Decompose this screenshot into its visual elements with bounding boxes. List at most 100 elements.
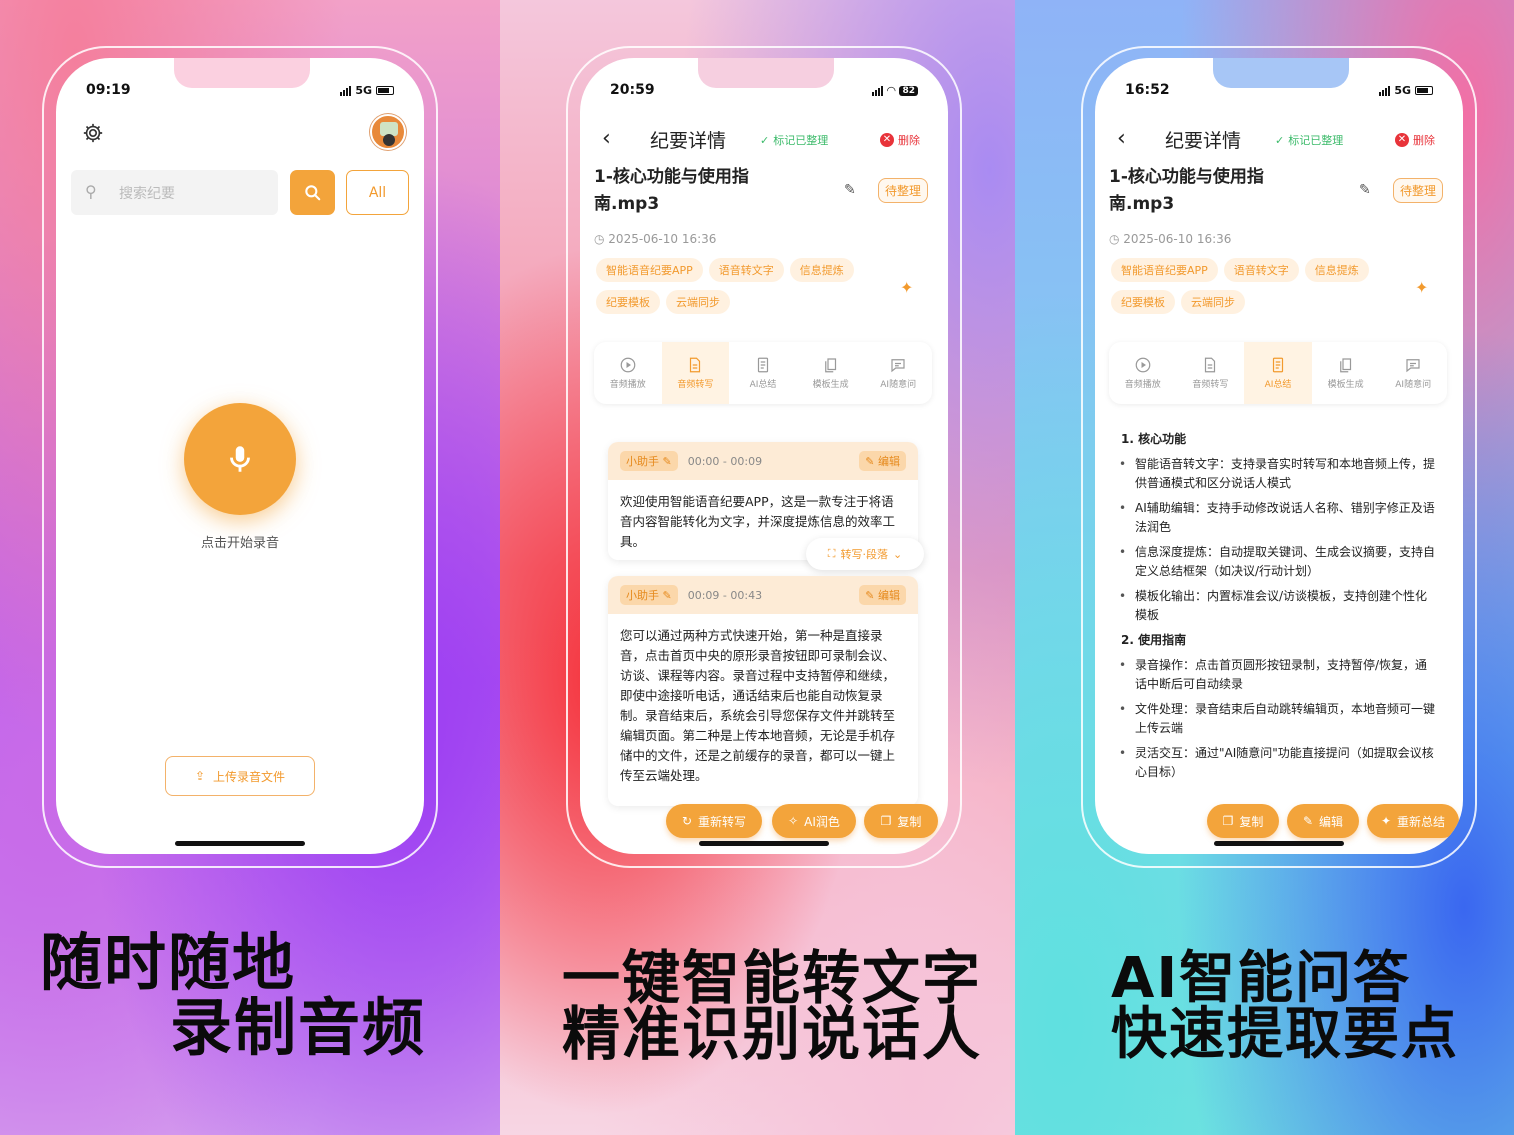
gear-icon[interactable] <box>82 122 104 144</box>
ai-polish-button[interactable]: ✧ AI润色 <box>772 804 856 838</box>
segment-edit-button[interactable]: ✎ 编辑 <box>859 451 906 471</box>
summary-content: 1. 核心功能 智能语音转文字：支持录音实时转写和本地音频上传，提供普通模式和区… <box>1109 426 1439 788</box>
chat-bubble-icon <box>1406 359 1420 373</box>
resummarize-button[interactable]: ✦ 重新总结 <box>1367 804 1459 838</box>
tag[interactable]: 智能语音纪要APP <box>596 258 703 282</box>
copy-icon: ❐ <box>1222 814 1234 828</box>
tab-audio-transcribe[interactable]: 音频转写 <box>1177 342 1245 404</box>
segment-edit-button[interactable]: ✎ 编辑 <box>859 585 906 605</box>
page-title: 纪要详情 <box>1165 130 1242 152</box>
chat-bubble-icon <box>891 359 905 373</box>
filter-all-button[interactable]: All <box>346 170 409 215</box>
mark-done-button[interactable]: ✓ 标记已整理 <box>760 132 828 148</box>
tag-list: 智能语音纪要APP 语音转文字 信息提炼纪要模板 云端同步 <box>596 258 886 322</box>
button-label: 编辑 <box>1319 814 1344 829</box>
edit-pencil-icon[interactable]: ✎ <box>844 182 856 198</box>
mark-done-button[interactable]: ✓ 标记已整理 <box>1275 132 1343 148</box>
button-label: 重新总结 <box>1397 814 1446 829</box>
search-input[interactable]: ⚲ 搜索纪要 <box>71 170 278 215</box>
wifi-icon: ◠ <box>887 84 896 97</box>
mark-done-label: 标记已整理 <box>773 134 829 147</box>
tab-label: 模板生成 <box>812 380 849 390</box>
battery-icon <box>376 86 394 95</box>
scan-icon: ⛶ <box>827 547 836 560</box>
tab-audio-play[interactable]: 音频播放 <box>1109 342 1177 404</box>
panel-transcribe: 20:59 ◠ 82 ‹ 纪要详情 ✓ 标记已整理 ✕ 删除 1-核心功能与使用指 南.… <box>500 0 1015 1135</box>
button-label: AI润色 <box>804 814 840 829</box>
detail-header: ‹ 纪要详情 ✓ 标记已整理 ✕ 删除 <box>1095 118 1463 158</box>
detail-header: ‹ 纪要详情 ✓ 标记已整理 ✕ 删除 <box>580 118 948 158</box>
signal-icon <box>1379 85 1391 96</box>
summary-item: 录音操作：点击首页圆形按钮录制，支持暂停/恢复，通话中断后可自动续录 <box>1109 656 1439 694</box>
play-circle-icon <box>620 357 636 373</box>
signal-icon <box>340 85 352 96</box>
doc-date: ◷ 2025-06-10 16:36 <box>1109 232 1231 246</box>
home-indicator <box>699 841 829 846</box>
caption-line2: 精准识别说话人 <box>562 1000 983 1068</box>
doc-title-line2: 南.mp3 <box>1109 194 1175 214</box>
tag[interactable]: 信息提炼 <box>789 258 854 282</box>
tag[interactable]: 智能语音纪要APP <box>1111 258 1218 282</box>
summary-item: 信息深度提炼：自动提取关键词、生成会议摘要，支持自定义总结框架（如决议/行动计划… <box>1109 543 1439 581</box>
battery-icon <box>1415 86 1433 95</box>
retranscribe-button[interactable]: ↻ 重新转写 <box>666 804 762 838</box>
sparkle-icon: ✦ <box>1380 814 1392 828</box>
tag[interactable]: 纪要模板 <box>596 290 660 314</box>
delete-button[interactable]: ✕ 删除 <box>1395 132 1435 148</box>
tab-audio-transcribe[interactable]: 音频转写 <box>661 342 730 404</box>
button-label: 复制 <box>1239 814 1264 829</box>
tab-ai-ask[interactable]: AI随意问 <box>864 342 932 404</box>
delete-button[interactable]: ✕ 删除 <box>880 132 920 148</box>
layers-icon <box>1339 358 1351 373</box>
tab-ai-ask[interactable]: AI随意问 <box>1379 342 1447 404</box>
copy-button[interactable]: ❐ 复制 <box>1207 804 1279 838</box>
mode-toggle[interactable]: ⛶ 转写·段落 ⌄ <box>806 538 924 570</box>
tag[interactable]: 云端同步 <box>1181 290 1245 314</box>
delete-label: 删除 <box>898 134 920 147</box>
summary-icon <box>757 357 769 373</box>
sparkle-icon[interactable]: ✦ <box>900 278 913 297</box>
record-button[interactable] <box>184 403 296 515</box>
network-label: 5G <box>1394 84 1411 97</box>
tab-template[interactable]: 模板生成 <box>1312 342 1380 404</box>
button-label: 复制 <box>897 814 922 829</box>
edit-pencil-icon[interactable]: ✎ <box>1359 182 1371 198</box>
copy-button[interactable]: ❐ 复制 <box>864 804 938 838</box>
upload-button[interactable]: ⇪ 上传录音文件 <box>165 756 315 796</box>
tab-ai-summary[interactable]: AI总结 <box>729 342 797 404</box>
summary-heading: 2. 使用指南 <box>1121 633 1187 647</box>
tab-ai-summary[interactable]: AI总结 <box>1244 342 1312 404</box>
upload-label: 上传录音文件 <box>213 769 286 784</box>
summary-item: AI辅助编辑：支持手动修改说话人名称、错别字修正及语法润色 <box>1109 499 1439 537</box>
tag[interactable]: 信息提炼 <box>1304 258 1369 282</box>
caption-line1: AI智能问答 <box>1111 946 1412 1011</box>
status-badge[interactable]: 待整理 <box>878 178 929 203</box>
tag[interactable]: 纪要模板 <box>1111 290 1175 314</box>
speaker-tag[interactable]: 小助手 ✎ <box>620 451 678 471</box>
search-button[interactable] <box>290 170 335 215</box>
segment-time: 00:00 - 00:09 <box>687 454 763 468</box>
doc-title: 1-核心功能与使用指 南.mp3 <box>594 164 749 218</box>
phone-screen: 16:52 5G ‹ 纪要详情 ✓ 标记已整理 ✕ 删除 1-核心功能与使用指 南.m… <box>1095 58 1463 854</box>
doc-title-line1: 1-核心功能与使用指 <box>1109 167 1264 187</box>
mode-label: 转写·段落 <box>840 548 888 561</box>
doc-date-text: 2025-06-10 16:36 <box>1123 232 1232 246</box>
sparkle-icon[interactable]: ✦ <box>1415 278 1428 297</box>
clock-icon: ◷ <box>1109 232 1124 246</box>
tag[interactable]: 语音转文字 <box>708 258 784 282</box>
tab-template[interactable]: 模板生成 <box>797 342 865 404</box>
edit-button[interactable]: ✎ 编辑 <box>1287 804 1359 838</box>
tag[interactable]: 语音转文字 <box>1223 258 1299 282</box>
back-chevron-icon[interactable]: ‹ <box>1117 126 1126 151</box>
document-icon <box>1205 357 1216 373</box>
status-time: 20:59 <box>610 82 655 98</box>
home-indicator <box>1214 841 1344 846</box>
tab-bar: 音频播放 音频转写 AI总结 模板生成 AI随意问 <box>594 342 932 404</box>
mark-done-label: 标记已整理 <box>1288 134 1344 147</box>
tab-audio-play[interactable]: 音频播放 <box>594 342 662 404</box>
status-badge[interactable]: 待整理 <box>1393 178 1444 203</box>
avatar[interactable] <box>370 114 406 150</box>
back-chevron-icon[interactable]: ‹ <box>602 126 611 151</box>
speaker-tag[interactable]: 小助手 ✎ <box>620 585 678 605</box>
tag[interactable]: 云端同步 <box>666 290 730 314</box>
